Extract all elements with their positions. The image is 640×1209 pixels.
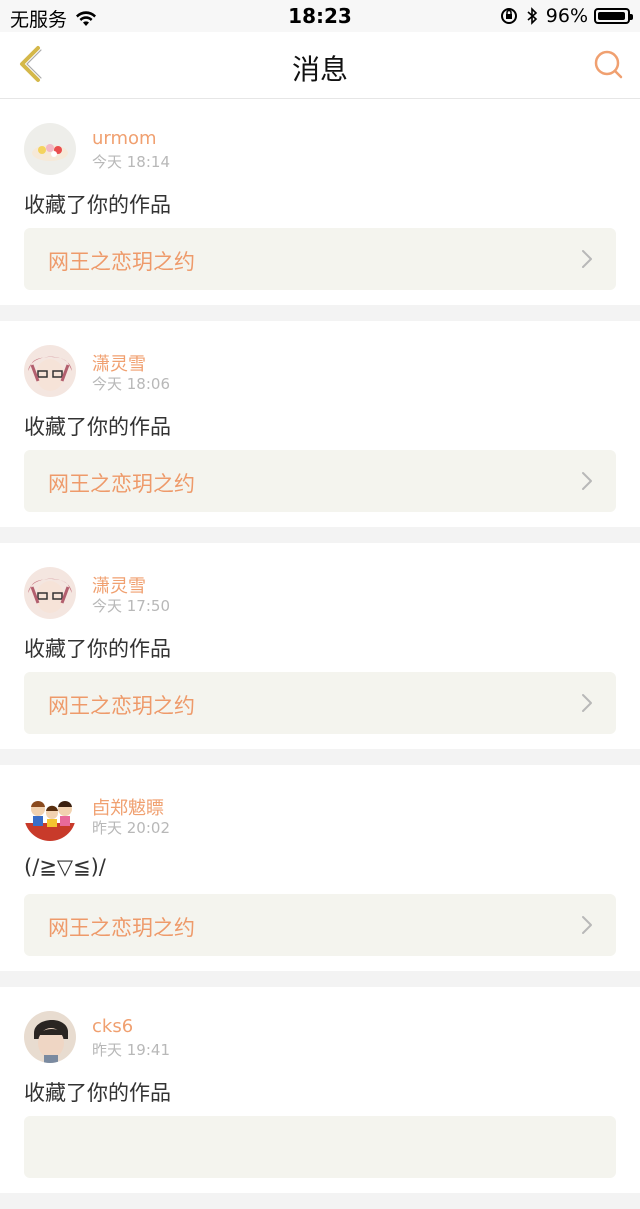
timestamp: 今天 18:14	[92, 153, 170, 171]
message-list: urmom 今天 18:14 收藏了你的作品 网王之恋玥之约 潇灵雪 今天 18…	[0, 99, 640, 1209]
chevron-right-icon	[582, 694, 592, 712]
work-title: 网王之恋玥之约	[48, 916, 195, 940]
work-title: 网王之恋玥之约	[48, 694, 195, 718]
avatar[interactable]	[24, 1011, 76, 1063]
avatar-image	[24, 789, 76, 841]
battery-fill	[598, 12, 625, 20]
message-text: 收藏了你的作品	[24, 415, 171, 439]
avatar[interactable]	[24, 567, 76, 619]
battery-icon	[594, 8, 633, 24]
avatar[interactable]	[24, 123, 76, 175]
avatar-image	[24, 123, 76, 175]
chevron-right-icon	[582, 472, 592, 490]
battery-tip	[630, 14, 633, 20]
message-text: 收藏了你的作品	[24, 193, 171, 217]
work-title: 网王之恋玥之约	[48, 472, 195, 496]
status-right: 96%	[500, 5, 633, 27]
work-link[interactable]: 网王之恋玥之约	[24, 894, 616, 956]
timestamp: 今天 18:06	[92, 375, 170, 393]
message-card: urmom 今天 18:14 收藏了你的作品 网王之恋玥之约	[0, 99, 640, 305]
timestamp: 今天 17:50	[92, 597, 170, 615]
avatar[interactable]	[24, 789, 76, 841]
chevron-right-icon	[582, 916, 592, 934]
timestamp: 昨天 19:41	[92, 1041, 170, 1059]
work-title: 网王之恋玥之约	[48, 250, 195, 274]
work-link[interactable]: 网王之恋玥之约	[24, 228, 616, 290]
message-text: 收藏了你的作品	[24, 637, 171, 661]
avatar-image	[24, 1011, 76, 1063]
work-link[interactable]: 网王之恋玥之约	[24, 450, 616, 512]
username[interactable]: cks6	[92, 1016, 133, 1037]
work-link[interactable]	[24, 1116, 616, 1178]
message-card: 卣郑魃瞟 昨天 20:02 (/≧▽≦)/ 网王之恋玥之约	[0, 765, 640, 971]
orientation-lock-icon	[500, 8, 517, 24]
message-text: 收藏了你的作品	[24, 1081, 171, 1105]
avatar-image	[24, 567, 76, 619]
page-title: 消息	[291, 53, 348, 86]
message-card: 潇灵雪 今天 18:06 收藏了你的作品 网王之恋玥之约	[0, 321, 640, 527]
nav-bar: 消息	[0, 32, 640, 99]
bluetooth-icon	[527, 7, 537, 25]
message-text: (/≧▽≦)/	[24, 855, 106, 879]
username[interactable]: urmom	[92, 128, 157, 149]
message-card: 潇灵雪 今天 17:50 收藏了你的作品 网王之恋玥之约	[0, 543, 640, 749]
message-card: cks6 昨天 19:41 收藏了你的作品	[0, 987, 640, 1193]
work-link[interactable]: 网王之恋玥之约	[24, 672, 616, 734]
timestamp: 昨天 20:02	[92, 819, 170, 837]
chevron-right-icon	[582, 250, 592, 268]
battery-percent: 96%	[545, 5, 588, 27]
avatar[interactable]	[24, 345, 76, 397]
status-bar: 无服务 18:23 96%	[0, 0, 640, 32]
search-button[interactable]	[592, 48, 626, 82]
avatar-image	[24, 345, 76, 397]
search-icon	[594, 50, 623, 79]
